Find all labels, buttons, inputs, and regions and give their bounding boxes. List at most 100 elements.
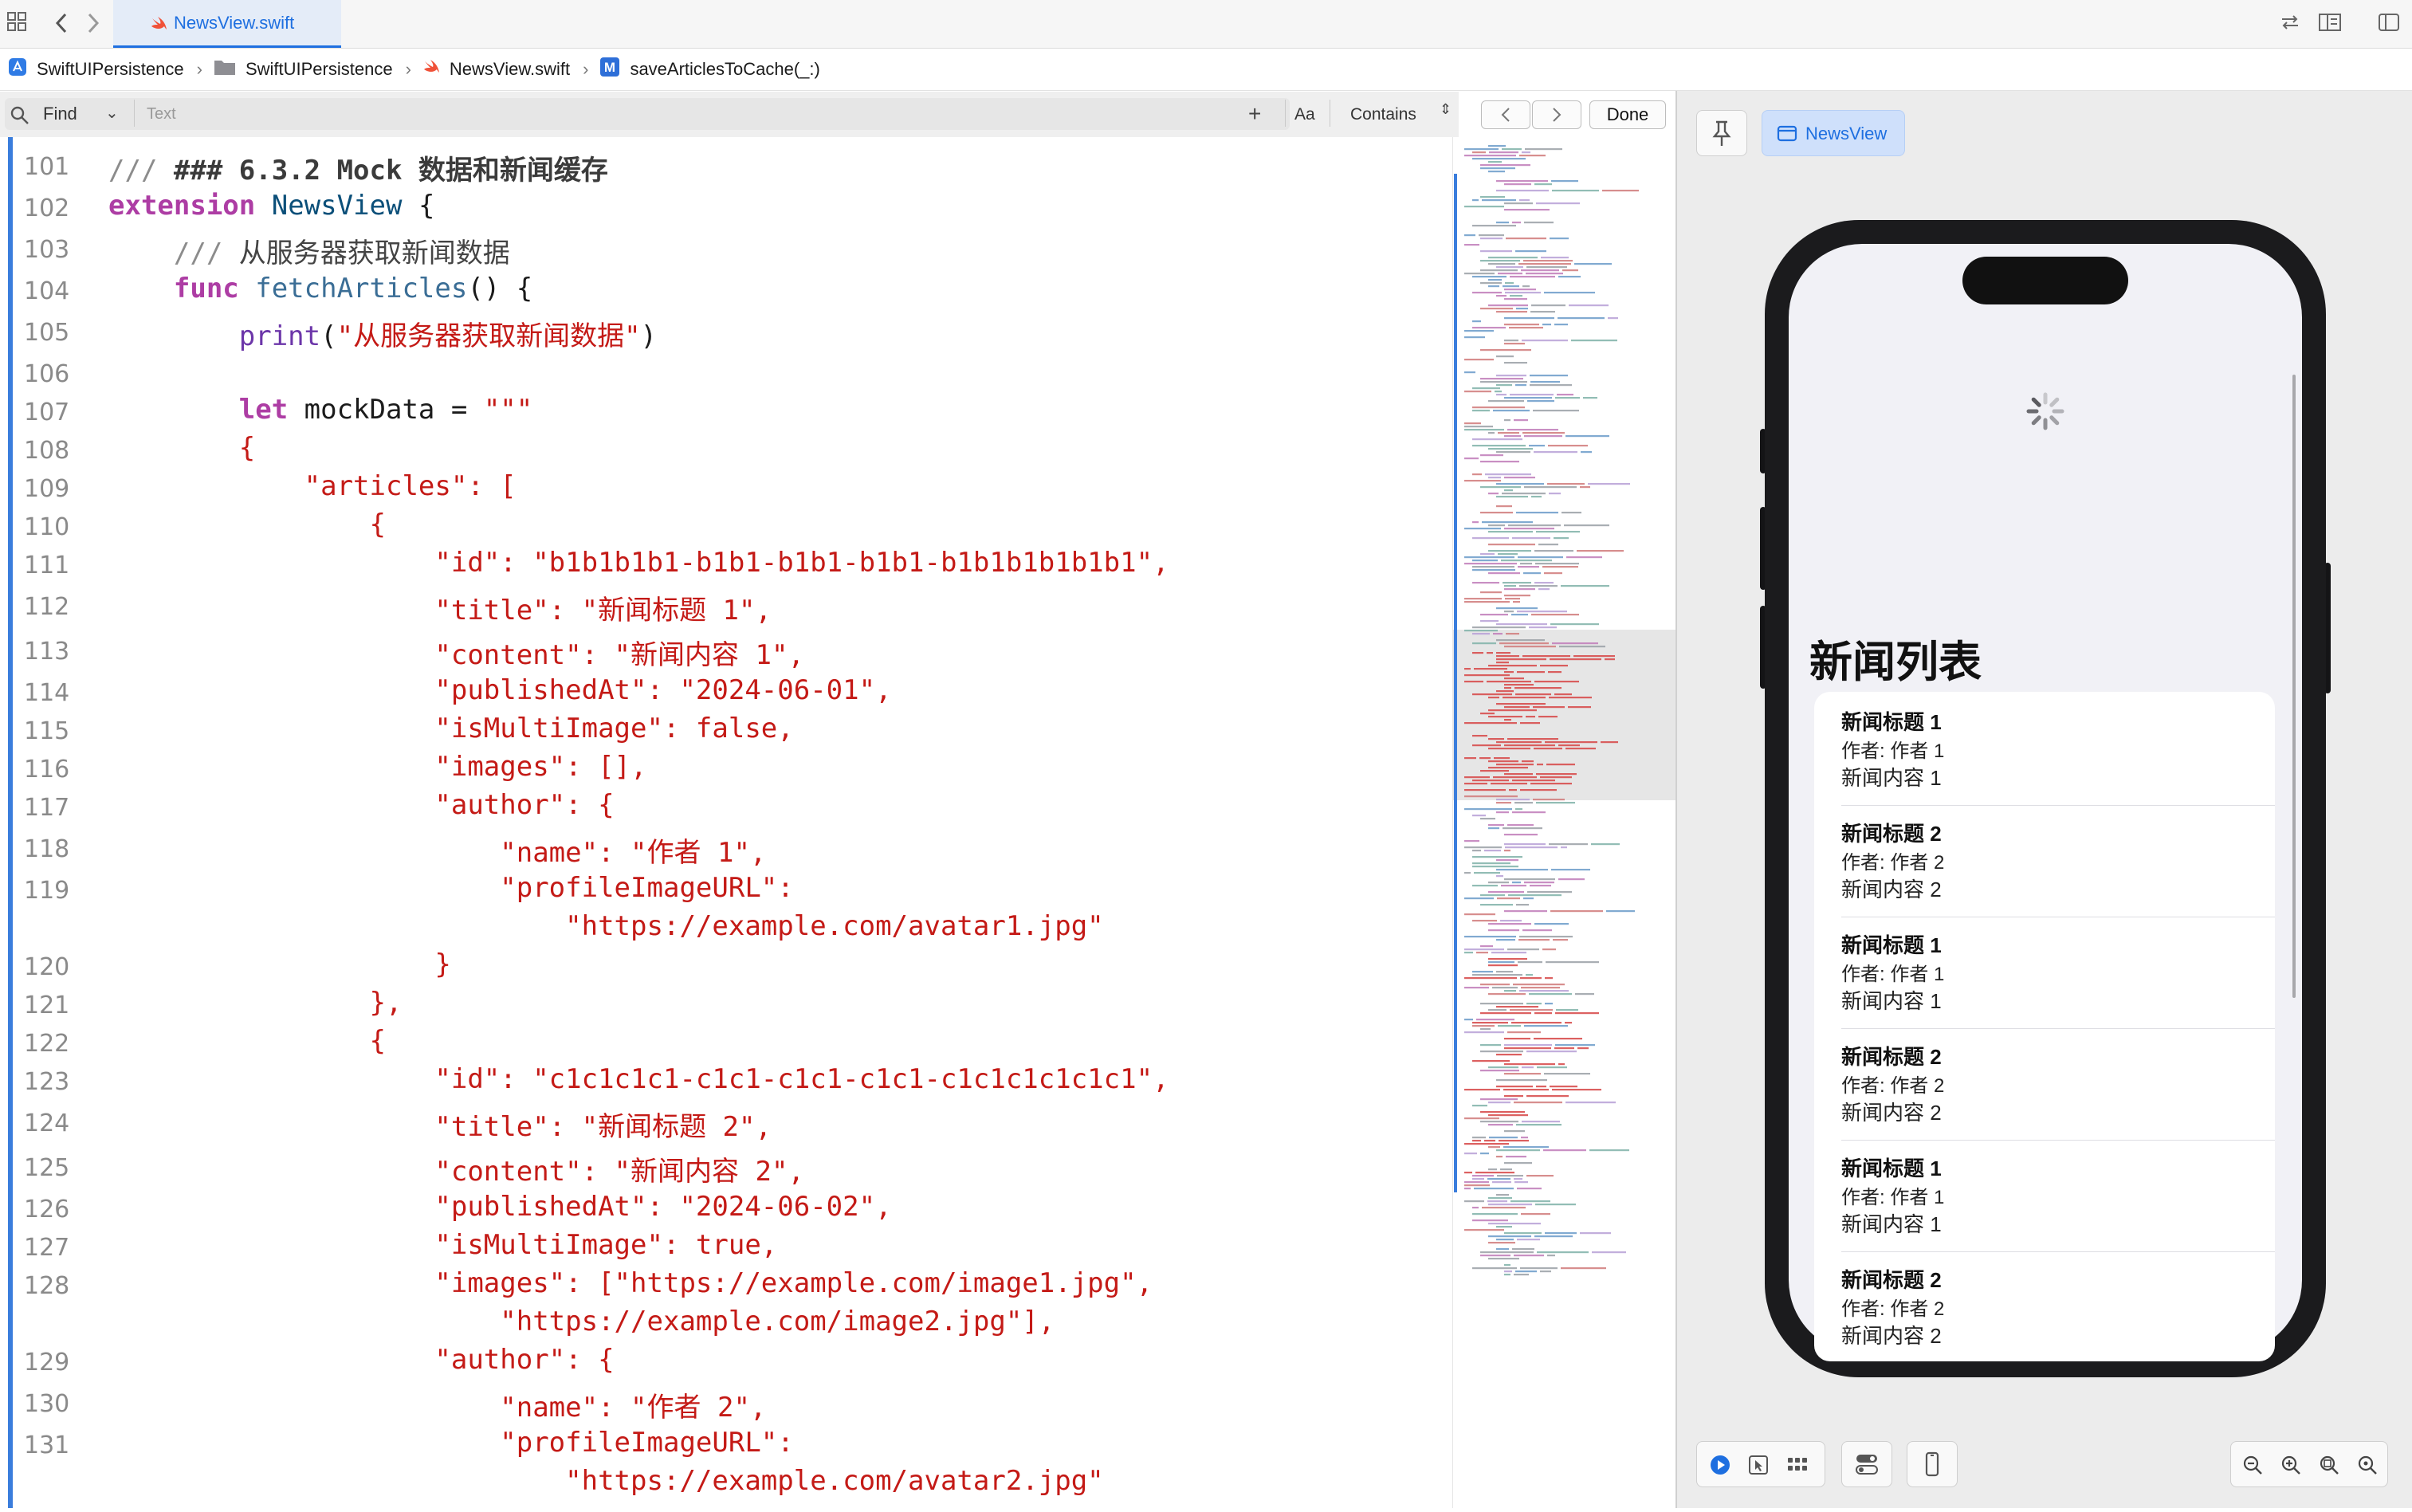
minimap-line xyxy=(1496,741,1542,744)
crumb-label: SwiftUIPersistence xyxy=(245,59,393,79)
zoom-fit-icon[interactable] xyxy=(2319,1455,2339,1479)
device-settings-button[interactable] xyxy=(1841,1441,1892,1487)
case-toggle[interactable]: Aa xyxy=(1294,105,1315,124)
find-input[interactable]: Text xyxy=(147,105,176,124)
crumb-project[interactable]: SwiftUIPersistence xyxy=(8,57,184,81)
minimap-line xyxy=(1472,1207,1479,1209)
minimap-line xyxy=(1496,505,1512,508)
minimap-line xyxy=(1546,764,1575,766)
back-icon[interactable] xyxy=(49,11,73,35)
minimap-line xyxy=(1551,180,1578,183)
forward-icon[interactable] xyxy=(81,11,105,35)
minimap[interactable] xyxy=(1452,137,1678,1508)
minimap-line xyxy=(1472,1137,1486,1139)
minimap-line xyxy=(1464,1153,1477,1155)
minimap-line xyxy=(1480,945,1493,948)
minimap-line xyxy=(1496,875,1503,878)
crumb-method[interactable]: M saveArticlesToCache(_:) xyxy=(599,57,820,82)
news-list-item[interactable]: 新闻标题 2 作者: 作者 2 新闻内容 2 xyxy=(1841,1251,2275,1363)
play-icon[interactable] xyxy=(1710,1455,1730,1479)
find-bar: Find ⌄ Text + Aa Contains ⇕ xyxy=(0,92,1459,139)
minimap-line xyxy=(1480,553,1495,556)
news-author: 作者: 作者 1 xyxy=(1841,964,1945,985)
split-icon[interactable] xyxy=(2318,11,2342,35)
minimap-line xyxy=(1514,1102,1562,1104)
code-line-121: }, xyxy=(108,987,403,1019)
crumb-file[interactable]: NewsView.swift xyxy=(422,58,570,81)
minimap-line xyxy=(1496,1194,1509,1196)
zoom-out-icon[interactable] xyxy=(2242,1455,2263,1479)
zoom-actual-icon[interactable] xyxy=(2357,1455,2378,1479)
view-selector-button[interactable]: NewsView xyxy=(1762,110,1905,156)
minimap-line xyxy=(1529,445,1545,447)
news-author: 作者: 作者 2 xyxy=(1841,1075,1945,1097)
minimap-line xyxy=(1504,1063,1555,1066)
minimap-line xyxy=(1464,1229,1504,1231)
variants-icon[interactable] xyxy=(1786,1455,1809,1479)
stepper-icon[interactable]: ⇕ xyxy=(1440,101,1452,118)
minimap-line xyxy=(1506,1156,1526,1158)
comment-text: 从服务器获取新闻数据 xyxy=(238,238,510,269)
news-list-item[interactable]: 新闻标题 1 作者: 作者 1 新闻内容 1 xyxy=(1841,693,2275,806)
minimap-line xyxy=(1488,448,1533,450)
minimap-line xyxy=(1520,789,1557,791)
tab-newsview-swift[interactable]: NewsView.swift xyxy=(113,0,341,48)
inspector-icon[interactable] xyxy=(2377,11,2401,35)
grid-icon[interactable] xyxy=(5,11,29,35)
tab-bar: NewsView.swift xyxy=(0,0,2412,49)
done-button[interactable]: Done xyxy=(1589,100,1666,129)
news-list-item[interactable]: 新闻标题 1 作者: 作者 1 新闻内容 1 xyxy=(1841,1140,2275,1252)
minimap-line xyxy=(1565,435,1609,438)
match-menu[interactable]: Contains xyxy=(1350,105,1416,124)
find-next-button[interactable] xyxy=(1532,100,1581,129)
news-content: 新闻内容 2 xyxy=(1841,878,1942,901)
minimap-line xyxy=(1480,894,1505,897)
minimap-line xyxy=(1507,1031,1541,1034)
minimap-line xyxy=(1472,537,1509,540)
code-line-128-wrap: "https://example.com/image2.jpg"], xyxy=(108,1306,1055,1337)
divider xyxy=(1285,100,1286,127)
minimap-line xyxy=(1549,493,1561,495)
minimap-scroll-indicator[interactable] xyxy=(1454,174,1457,1192)
minimap-line xyxy=(1558,878,1585,881)
chevron-down-icon[interactable]: ⌄ xyxy=(105,103,119,123)
minimap-line xyxy=(1496,655,1519,658)
news-list-item[interactable]: 新闻标题 1 作者: 作者 1 新闻内容 1 xyxy=(1841,917,2275,1029)
zoom-in-icon[interactable] xyxy=(2280,1455,2301,1479)
minimap-line xyxy=(1507,429,1558,431)
zoom-controls xyxy=(2230,1441,2388,1487)
minimap-line xyxy=(1504,317,1554,320)
minimap-line xyxy=(1512,780,1555,782)
find-previous-button[interactable] xyxy=(1481,100,1530,129)
minimap-line xyxy=(1507,824,1534,827)
crumb-folder[interactable]: SwiftUIPersistence xyxy=(214,58,393,81)
news-list-item[interactable]: 新闻标题 2 作者: 作者 2 新闻内容 2 xyxy=(1841,805,2275,917)
scroll-indicator xyxy=(2292,375,2296,998)
find-field[interactable] xyxy=(5,98,1290,130)
cursor-icon[interactable] xyxy=(1748,1455,1769,1479)
minimap-line xyxy=(1504,1264,1510,1267)
minimap-line xyxy=(1480,1121,1518,1123)
minimap-line xyxy=(1475,1172,1514,1174)
folder-icon xyxy=(214,58,236,81)
minimap-line xyxy=(1472,652,1483,654)
swap-icon[interactable] xyxy=(2278,11,2302,35)
minimap-line xyxy=(1514,1255,1544,1257)
minimap-line xyxy=(1464,987,1489,989)
minimap-line xyxy=(1480,770,1509,772)
pin-button[interactable] xyxy=(1696,110,1747,156)
minimap-line xyxy=(1464,1172,1472,1174)
code-text: () { xyxy=(467,273,533,304)
minimap-line xyxy=(1496,496,1528,498)
news-list-item[interactable]: 新闻标题 2 作者: 作者 2 新闻内容 2 xyxy=(1841,1028,2275,1141)
minimap-line xyxy=(1573,655,1615,658)
device-button[interactable] xyxy=(1907,1441,1958,1487)
minimap-line xyxy=(1498,1025,1521,1027)
minimap-line xyxy=(1488,550,1531,552)
minimap-line xyxy=(1464,148,1499,151)
line-number: 109 xyxy=(24,475,70,503)
find-mode-menu[interactable]: Find xyxy=(43,104,77,124)
plus-icon[interactable]: + xyxy=(1248,101,1261,127)
minimap-line xyxy=(1496,623,1547,626)
minimap-line xyxy=(1488,882,1509,884)
